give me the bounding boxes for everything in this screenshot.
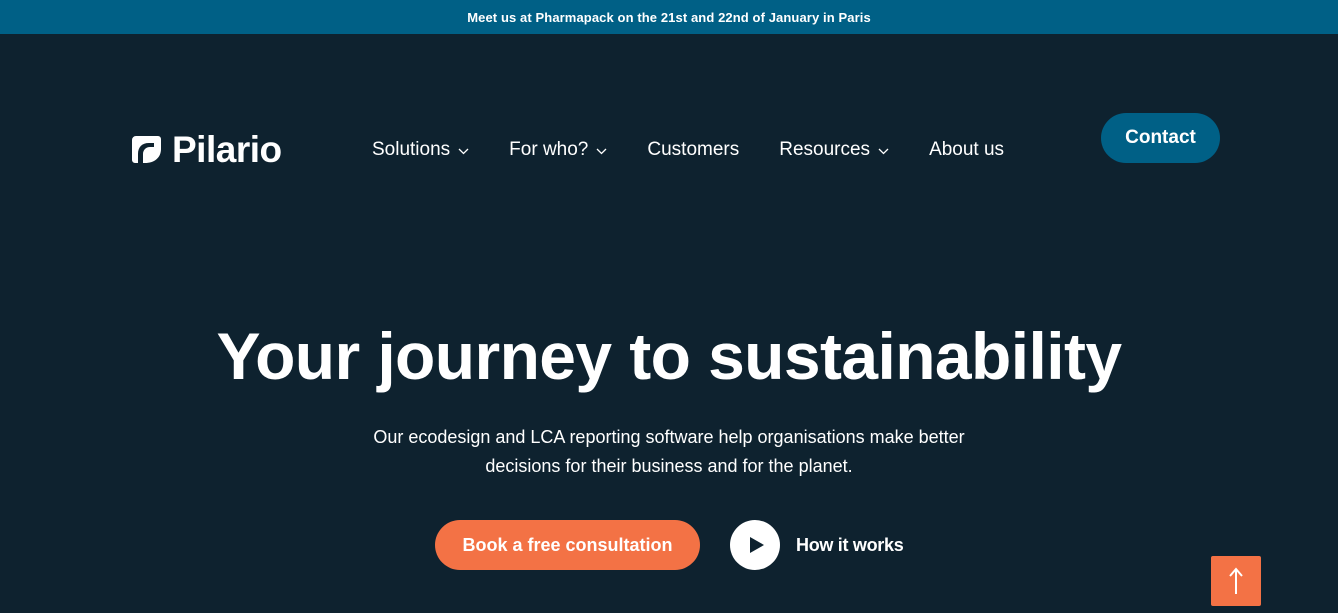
contact-button[interactable]: Contact: [1101, 113, 1220, 163]
nav-item-label: Resources: [779, 139, 871, 160]
leaf-logo-icon: [132, 136, 161, 163]
nav-item-label: For who?: [509, 139, 589, 160]
chevron-down-icon: [458, 148, 469, 154]
nav-item-for-who[interactable]: For who?: [509, 139, 607, 161]
nav-item-label: Solutions: [372, 139, 451, 160]
book-consultation-button[interactable]: Book a free consultation: [435, 520, 700, 570]
hero-subtitle-line-1: Our ecodesign and LCA reporting software…: [373, 427, 965, 447]
nav-item-about-us[interactable]: About us: [929, 139, 1004, 161]
hero-subtitle: Our ecodesign and LCA reporting software…: [319, 423, 1019, 481]
nav-item-label: About us: [929, 139, 1005, 160]
page: Meet us at Pharmapack on the 21st and 22…: [0, 0, 1338, 613]
scroll-to-top-button[interactable]: [1211, 556, 1261, 606]
nav-item-customers[interactable]: Customers: [647, 139, 739, 161]
chevron-down-icon: [878, 148, 889, 154]
announcement-bar: Meet us at Pharmapack on the 21st and 22…: [0, 0, 1338, 34]
nav-item-label: Customers: [647, 139, 740, 160]
chevron-down-icon: [596, 148, 607, 154]
play-icon: [750, 537, 764, 553]
site-logo[interactable]: Pilario: [128, 130, 282, 170]
how-it-works-button[interactable]: How it works: [730, 520, 904, 570]
arrow-up-icon: [1229, 567, 1243, 594]
logo-wordmark: Pilario: [172, 129, 282, 170]
nav-item-solutions[interactable]: Solutions: [372, 139, 469, 161]
nav-item-resources[interactable]: Resources: [779, 139, 889, 161]
play-button[interactable]: [730, 520, 780, 570]
how-it-works-label: How it works: [796, 534, 904, 555]
hero-title: Your journey to sustainability: [216, 319, 1123, 393]
hero-subtitle-line-2: decisions for their business and for the…: [485, 456, 853, 476]
announcement-text[interactable]: Meet us at Pharmapack on the 21st and 22…: [467, 10, 871, 25]
main-nav: Solutions For who? Customers Resources A…: [372, 136, 1004, 164]
